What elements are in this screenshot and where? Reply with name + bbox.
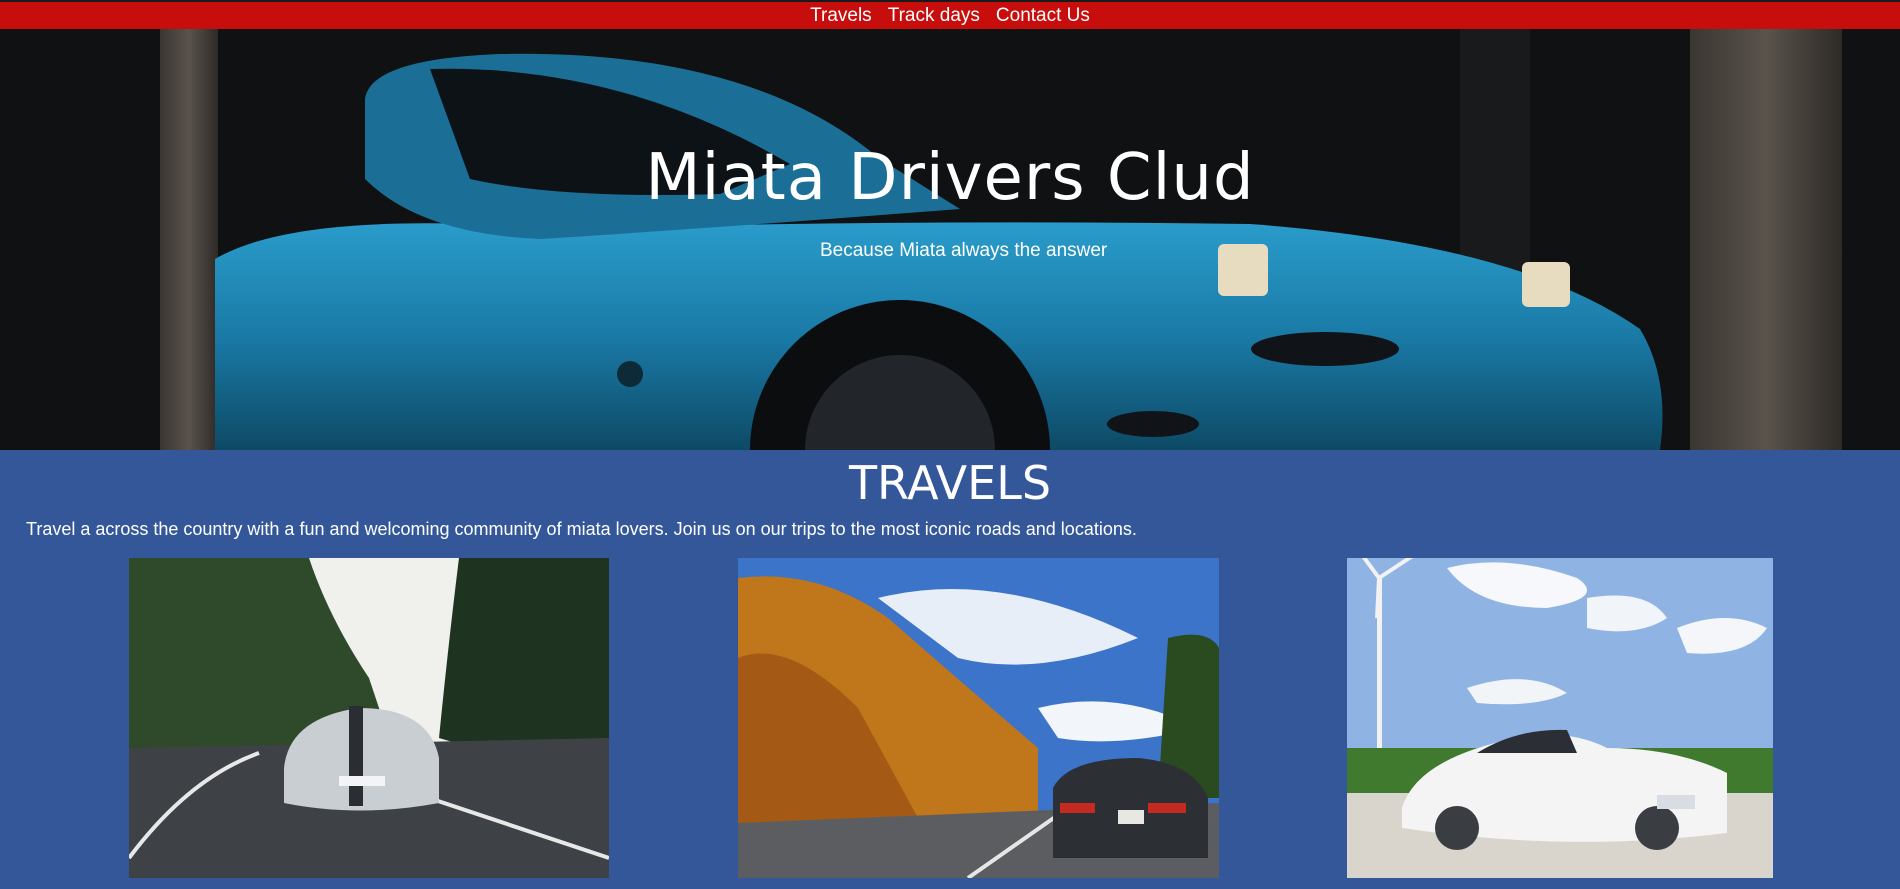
hero-banner: Miata Drivers Clud Because Miata always … <box>0 29 1900 450</box>
nav-link-contact-us[interactable]: Contact Us <box>996 2 1090 29</box>
travels-heading: TRAVELS <box>848 456 1052 510</box>
nav-link-track-days[interactable]: Track days <box>888 2 980 29</box>
top-navigation: Travels Track days Contact Us <box>0 0 1900 29</box>
travels-description: Travel a across the country with a fun a… <box>26 519 1137 539</box>
hero-title: Miata Drivers Clud <box>645 141 1255 215</box>
travel-photo-wind-farm <box>1347 558 1773 878</box>
travel-photo-forest-road <box>129 558 609 878</box>
nav-link-travels[interactable]: Travels <box>810 2 872 29</box>
hero-subtitle: Because Miata always the answer <box>820 240 1108 261</box>
travel-photo-autumn-road <box>738 558 1219 878</box>
